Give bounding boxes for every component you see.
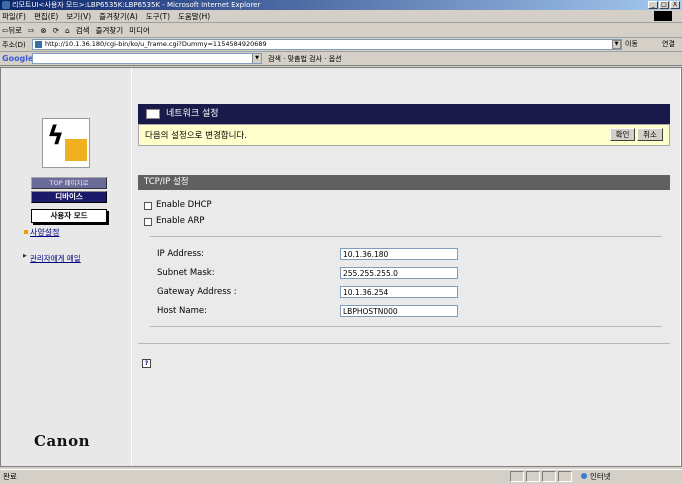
gateway-address-label: Gateway Address : (157, 287, 237, 297)
gateway-address-input[interactable] (340, 286, 458, 298)
windows-logo-icon (654, 11, 672, 21)
divider (138, 343, 670, 344)
status-segment (542, 471, 556, 482)
host-name-label: Host Name: (157, 306, 207, 316)
ie-icon (2, 1, 10, 9)
address-bar: 주소(D) http://10.1.36.180/cgi-bin/ko/u_fr… (0, 38, 682, 52)
back-button[interactable]: ⇦뒤로 (2, 25, 22, 36)
enable-dhcp-label: Enable DHCP (156, 200, 212, 210)
refresh-button[interactable]: ⟳ (53, 26, 59, 35)
minimize-button[interactable]: _ (648, 1, 658, 9)
user-mode-button[interactable]: 사용자 모드 (31, 209, 107, 223)
toolbar: ⇦뒤로 ⇨ ⊗ ⟳ ⌂ 검색 즐겨찾기 미디어 (0, 23, 682, 38)
remote-ui-logo[interactable]: ϟ (42, 118, 90, 168)
divider (150, 236, 662, 237)
mail-admin-link[interactable]: 관리자에게 메일 (23, 253, 81, 264)
google-dropdown-icon[interactable]: ▼ (252, 54, 261, 63)
menu-view[interactable]: 보기(V) (66, 11, 91, 22)
enable-arp-label: Enable ARP (156, 216, 205, 226)
help-icon[interactable]: ? (142, 359, 151, 368)
address-label: 주소(D) (2, 40, 26, 49)
page-icon (35, 41, 42, 48)
canon-logo: Canon (34, 432, 90, 450)
google-logo[interactable]: Google (2, 54, 33, 63)
spec-settings-link[interactable]: 사양설정 (23, 227, 59, 238)
logo-square-icon (65, 139, 87, 161)
address-url: http://10.1.36.180/cgi-bin/ko/u_frame.cg… (45, 40, 267, 48)
menu-edit[interactable]: 편집(E) (34, 11, 58, 22)
subnet-mask-label: Subnet Mask: (157, 268, 215, 278)
forward-button[interactable]: ⇨ (28, 26, 34, 35)
menu-file[interactable]: 파일(F) (2, 11, 26, 22)
address-input[interactable]: http://10.1.36.180/cgi-bin/ko/u_frame.cg… (32, 39, 622, 50)
google-toolbar: Google ▼ 검색 · 맞춤법 검사 · 옵션 (0, 52, 682, 66)
divider (150, 326, 662, 327)
subnet-mask-input[interactable] (340, 267, 458, 279)
close-button[interactable]: X (670, 1, 680, 9)
network-icon (146, 109, 160, 119)
network-settings-header: 네트워크 설정 (138, 104, 670, 124)
maximize-button[interactable]: □ (659, 1, 669, 9)
tcpip-settings-header: TCP/IP 설정 (138, 175, 670, 190)
ip-address-input[interactable] (340, 248, 458, 260)
confirm-message: 다음의 설정으로 변경합니다. (138, 124, 670, 146)
device-button[interactable]: 디바이스 (31, 191, 107, 203)
ip-address-label: IP Address: (157, 249, 205, 259)
status-zone: 인터넷 (581, 472, 611, 481)
cancel-button[interactable]: 취소 (637, 128, 663, 141)
menu-bar: 파일(F) 편집(E) 보기(V) 즐겨찾기(A) 도구(T) 도움말(H) (0, 10, 682, 23)
enable-dhcp-checkbox[interactable] (144, 202, 152, 210)
ok-button[interactable]: 확인 (610, 128, 635, 141)
search-button[interactable]: 검색 (76, 25, 90, 36)
logo-swirl-icon: ϟ (47, 121, 65, 151)
enable-arp-checkbox[interactable] (144, 218, 152, 226)
status-segment (558, 471, 572, 482)
address-dropdown-icon[interactable]: ▼ (612, 40, 621, 49)
window-title-bar: 리모트UI<사용자 모드>:LBP6535K:LBP6535K - Micros… (0, 0, 682, 10)
status-text: 완료 (3, 472, 17, 481)
go-button[interactable]: 이동 (625, 39, 638, 49)
section-title: 네트워크 설정 (166, 109, 219, 119)
google-search-button[interactable]: 검색 · 맞춤법 검사 · 옵션 (268, 54, 342, 64)
menu-favorites[interactable]: 즐겨찾기(A) (99, 11, 138, 22)
menu-help[interactable]: 도움말(H) (178, 11, 210, 22)
stop-button[interactable]: ⊗ (40, 26, 46, 35)
status-segment (510, 471, 524, 482)
window-title: 리모트UI<사용자 모드>:LBP6535K:LBP6535K - Micros… (12, 1, 261, 9)
home-button[interactable]: ⌂ (65, 26, 70, 35)
google-search-input[interactable]: ▼ (32, 53, 262, 64)
status-segment (526, 471, 540, 482)
menu-tools[interactable]: 도구(T) (146, 11, 170, 22)
status-bar: 완료 인터넷 (0, 469, 682, 484)
media-button[interactable]: 미디어 (129, 25, 150, 36)
favorites-button[interactable]: 즐겨찾기 (96, 25, 124, 36)
top-page-button[interactable]: TOP 페이지로 (31, 177, 107, 189)
links-button[interactable]: 연결 (662, 39, 675, 49)
host-name-input[interactable] (340, 305, 458, 317)
